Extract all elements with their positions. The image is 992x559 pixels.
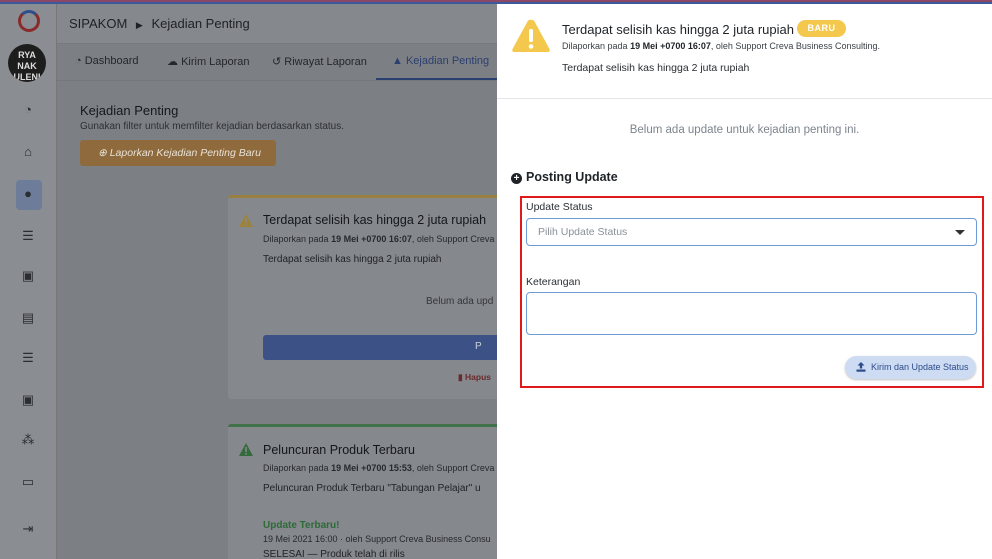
breadcrumb: SIPAKOM ▶ Kejadian Penting [69,16,250,31]
incident-meta: Dilaporkan pada 19 Mei +0700 15:53, oleh… [263,463,495,473]
status-select[interactable]: Pilih Update Status [526,218,977,246]
panel-header: Terdapat selisih kas hingga 2 juta rupia… [497,4,992,99]
chevron-right-icon: ▶ [135,20,143,30]
incident-card: Terdapat selisih kas hingga 2 juta rupia… [228,195,508,399]
clipboard-check-icon[interactable]: ▣ [19,391,37,409]
update-label: Update Terbaru! [263,520,340,531]
tab-kejadian-penting[interactable]: ▲ Kejadian Penting [375,55,506,80]
user-icon[interactable]: ● [19,185,37,203]
panel-meta: Dilaporkan pada 19 Mei +0700 16:07, oleh… [562,41,880,51]
incident-title: Peluncuran Produk Terbaru [263,443,415,457]
warning-icon [512,19,550,52]
app-logo [18,10,40,32]
posting-update-heading: + Posting Update [511,170,618,184]
gauge-icon: ◔ [75,55,85,67]
incident-detail-panel: Terdapat selisih kas hingga 2 juta rupia… [497,4,992,559]
incident-card: Peluncuran Produk Terbaru Dilaporkan pad… [228,424,508,559]
avatar[interactable]: RYA NAK ULENI [8,44,46,82]
update-meta: 19 Mei 2021 16:00 · oleh Support Creva B… [263,534,491,544]
list-icon[interactable]: ☰ [19,227,37,245]
tab-bar: ◔ Dashboard ☁ Kirim Laporan ↺ Riwayat La… [57,45,506,81]
trash-icon: ▮ [458,372,466,382]
list-icon[interactable]: ☰ [19,349,37,367]
header: SIPAKOM ▶ Kejadian Penting [57,4,497,44]
bank-icon[interactable]: ⌂ [19,143,37,161]
warning-icon: ▲ [392,55,406,67]
panel-title: Terdapat selisih kas hingga 2 juta rupia… [562,22,794,37]
main-content: SIPAKOM ▶ Kejadian Penting ◔ Dashboard ☁… [57,4,508,559]
tab-riwayat-laporan[interactable]: ↺ Riwayat Laporan [272,55,367,68]
page-subtitle: Gunakan filter untuk memfilter kejadian … [80,121,345,132]
logout-icon[interactable]: ⇥ [19,520,37,538]
status-select-placeholder: Pilih Update Status [538,226,628,238]
note-textarea[interactable] [526,292,977,335]
users-icon[interactable]: ⁂ [19,431,37,449]
gauge-icon[interactable]: ◔ [19,101,37,119]
sidebar: RYA NAK ULENI ◔ ⌂ ● ☰ ▣ ▤ ☰ ▣ ⁂ ▭ ⇥ [0,4,57,559]
no-update-text: Belum ada update untuk kejadian penting … [629,124,860,136]
incident-empty-text: Belum ada upd [426,296,494,307]
tab-kirim-laporan[interactable]: ☁ Kirim Laporan [167,55,250,68]
cloud-upload-icon: ☁ [167,56,182,68]
status-badge: BARU [797,20,846,37]
warning-icon [239,443,253,456]
note-label: Keterangan [526,276,581,288]
report-new-button[interactable]: ⊕ Laporkan Kejadian Penting Baru [80,140,276,166]
plus-circle-icon: ⊕ [98,147,110,159]
clipboard-check-icon[interactable]: ▣ [19,267,37,285]
caret-down-icon [955,230,965,235]
page-title: Kejadian Penting [80,103,179,118]
panel-body: Terdapat selisih kas hingga 2 juta rupia… [562,62,750,74]
status-label: Update Status [526,201,593,213]
card-icon[interactable]: ▭ [19,473,37,491]
incident-body: Peluncuran Produk Terbaru "Tabungan Pela… [263,483,481,494]
upload-icon [856,362,866,372]
warning-icon [239,214,253,227]
delete-button[interactable]: ▮ Hapus [458,372,491,383]
window-top-border [0,0,992,4]
post-update-button[interactable]: P [263,335,508,360]
history-icon: ↺ [272,56,285,68]
update-text: SELESAI — Produk telah di rilis [263,549,405,559]
breadcrumb-app[interactable]: SIPAKOM [69,16,127,31]
clipboard-icon[interactable]: ▤ [19,309,37,327]
tab-dashboard[interactable]: ◔ Dashboard [75,55,139,67]
button-label: P [475,341,482,352]
submit-update-label: Kirim dan Update Status [871,362,969,372]
incident-body: Terdapat selisih kas hingga 2 juta rupia… [263,254,442,265]
incident-meta: Dilaporkan pada 19 Mei +0700 16:07, oleh… [263,234,495,244]
submit-update-button[interactable]: Kirim dan Update Status [845,356,976,379]
breadcrumb-current: Kejadian Penting [151,16,250,31]
incident-title: Terdapat selisih kas hingga 2 juta rupia… [263,213,487,227]
plus-circle-icon: + [511,173,522,184]
